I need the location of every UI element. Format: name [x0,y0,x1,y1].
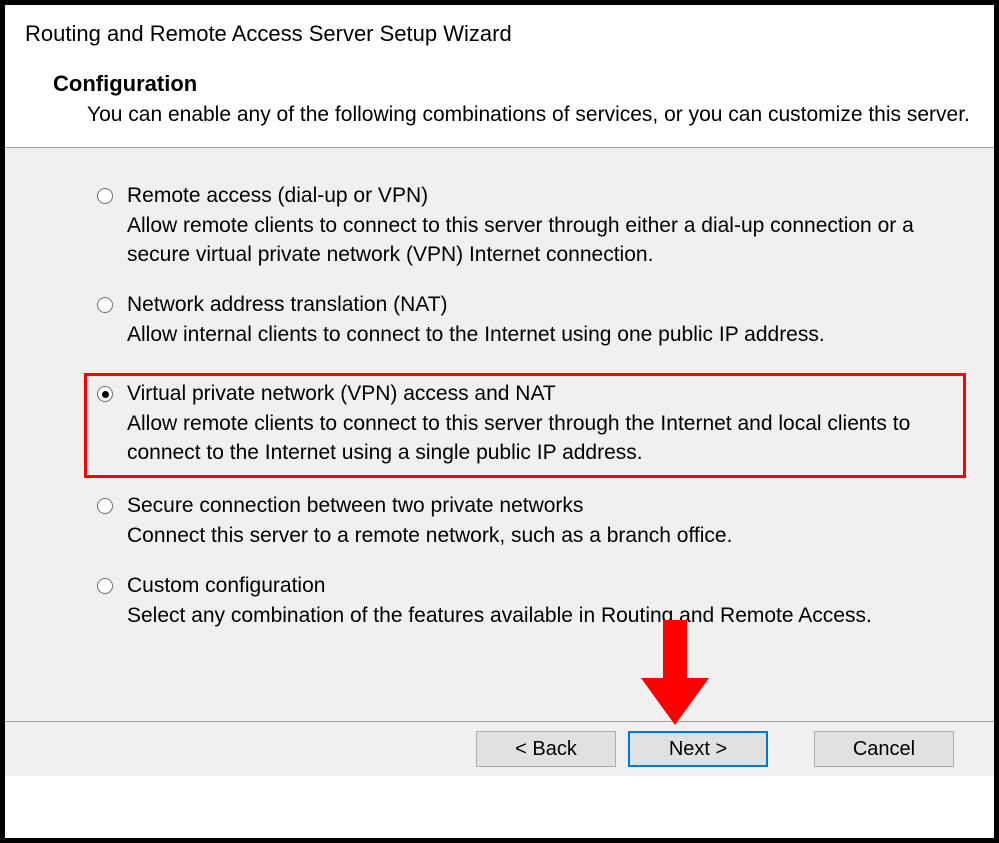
option-custom-config[interactable]: Custom configuration Select any combinat… [97,574,954,630]
radio-icon[interactable] [97,578,113,594]
option-label: Secure connection between two private ne… [127,494,583,518]
option-remote-access[interactable]: Remote access (dial-up or VPN) Allow rem… [97,184,954,269]
option-secure-connection[interactable]: Secure connection between two private ne… [97,494,954,550]
arrow-down-icon [635,620,715,730]
radio-icon[interactable] [97,498,113,514]
option-description: Allow internal clients to connect to the… [127,321,954,349]
option-description: Allow remote clients to connect to this … [127,212,954,269]
options-area: Remote access (dial-up or VPN) Allow rem… [5,148,994,721]
radio-icon[interactable] [97,297,113,313]
radio-icon[interactable] [97,188,113,204]
wizard-header: Routing and Remote Access Server Setup W… [5,5,994,147]
option-description: Connect this server to a remote network,… [127,522,954,550]
option-description: Select any combination of the features a… [127,602,954,630]
wizard-window: Routing and Remote Access Server Setup W… [0,0,999,843]
option-label: Remote access (dial-up or VPN) [127,184,428,208]
wizard-footer: < Back Next > Cancel [5,722,994,776]
option-vpn-and-nat[interactable]: Virtual private network (VPN) access and… [84,373,966,478]
next-button[interactable]: Next > [628,731,768,767]
config-subtext: You can enable any of the following comb… [87,101,974,129]
back-button[interactable]: < Back [476,731,616,767]
option-label: Network address translation (NAT) [127,293,448,317]
radio-icon[interactable] [97,386,113,402]
option-label: Virtual private network (VPN) access and… [127,382,556,406]
option-description: Allow remote clients to connect to this … [127,410,951,467]
config-heading: Configuration [53,71,974,97]
cancel-button[interactable]: Cancel [814,731,954,767]
option-nat[interactable]: Network address translation (NAT) Allow … [97,293,954,349]
option-label: Custom configuration [127,574,325,598]
window-title: Routing and Remote Access Server Setup W… [25,21,974,47]
